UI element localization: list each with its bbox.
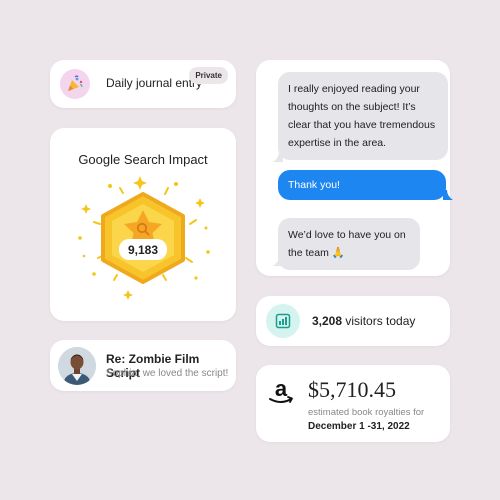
bubble-tail — [273, 256, 283, 266]
royalties-card[interactable]: a $5,710.45 estimated book royalties for… — [256, 365, 450, 442]
visitors-label: visitors today — [345, 314, 416, 328]
analytics-chart-icon — [266, 304, 300, 338]
royalty-period: December 1 -31, 2022 — [308, 421, 410, 432]
private-badge: Private — [189, 67, 228, 84]
journal-title: Daily journal entry — [106, 76, 203, 90]
email-card[interactable]: Re: Zombie Film Script Sophia, we loved … — [50, 340, 236, 391]
chat-card: I really enjoyed reading your thoughts o… — [256, 60, 453, 276]
chat-message-incoming: I really enjoyed reading your thoughts o… — [278, 72, 448, 160]
visitors-count: 3,208 — [312, 314, 343, 328]
svg-text:a: a — [275, 377, 288, 401]
avatar — [58, 347, 96, 385]
search-impact-card[interactable]: Google Search Impact 9,183 — [50, 128, 236, 321]
star-search-badge-icon: 9,183 — [78, 176, 210, 300]
royalty-amount: $5,710.45 — [308, 377, 396, 402]
amazon-logo: a — [269, 377, 293, 403]
bubble-tail — [273, 152, 283, 162]
impact-count: 9,183 — [128, 243, 158, 257]
journal-entry-card[interactable]: Daily journal entry Private — [50, 60, 236, 108]
visitors-card[interactable]: 3,208 visitors today — [256, 296, 450, 346]
chat-message-outgoing: Thank you! — [278, 170, 446, 200]
email-preview: Sophia, we loved the script! — [106, 368, 229, 379]
party-popper-icon — [60, 69, 90, 99]
chat-message-incoming: We’d love to have you on the team 🙏 — [278, 218, 420, 270]
bubble-tail — [443, 190, 453, 200]
royalty-label: estimated book royalties for — [308, 407, 425, 418]
